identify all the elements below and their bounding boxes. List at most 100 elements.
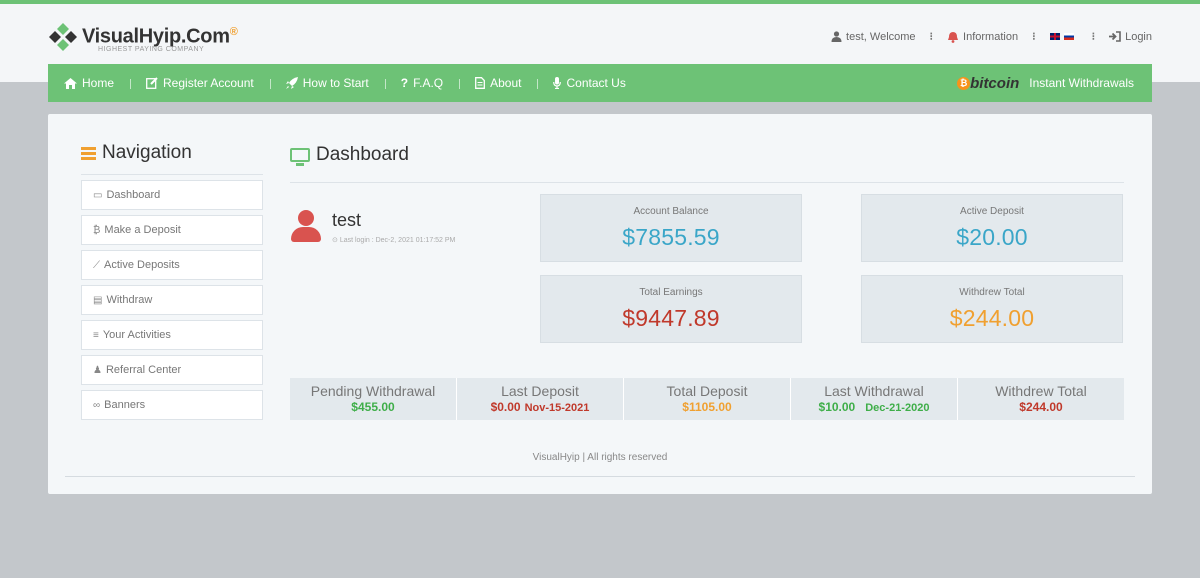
- logo-title: VisualHyip.Com: [82, 25, 230, 48]
- summary-last-withdrawal: Last Withdrawal $10.00 Dec-21-2020: [791, 378, 958, 420]
- summary-total-deposit: Total Deposit $1105.00: [624, 378, 791, 420]
- sidebar-item-label: Referral Center: [105, 364, 182, 376]
- page-title: Dashboard: [290, 144, 1124, 166]
- summary-value: $0.00: [490, 400, 521, 414]
- sidebar-item-referral-center[interactable]: ♟ Referral Center: [81, 355, 263, 385]
- nav-register-label: Register Account: [163, 76, 254, 90]
- summary-date: Nov-15-2021: [524, 402, 590, 414]
- sidebar-item-your-activities[interactable]: ≡ Your Activities: [81, 320, 263, 350]
- stat-label: Total Earnings: [639, 287, 703, 298]
- summary-last-deposit: Last Deposit $0.00 Nov-15-2021: [457, 378, 624, 420]
- summary-pending-withdrawal: Pending Withdrawal $455.00: [290, 378, 457, 420]
- nav-about-label: About: [490, 76, 522, 90]
- summary-bar: Pending Withdrawal $455.00 Last Deposit …: [290, 378, 1124, 420]
- stat-value: $244.00: [949, 305, 1035, 331]
- dashboard-main: Dashboard test ⊙ Last login : Dec-2, 202…: [290, 144, 1124, 420]
- summary-label: Pending Withdrawal: [310, 383, 436, 399]
- summary-date: Dec-21-2020: [865, 402, 930, 414]
- stat-label: Withdrew Total: [959, 287, 1025, 298]
- information-label: Information: [963, 30, 1019, 43]
- sliders-icon: ≡: [93, 329, 99, 341]
- rocket-icon: [285, 77, 298, 89]
- sidebar-item-label: Banners: [104, 399, 146, 411]
- divider: [81, 174, 263, 175]
- content-card: Navigation ▭ Dashboard ₿ Make a Deposit …: [48, 114, 1152, 494]
- login-label: Login: [1125, 30, 1152, 43]
- document-icon: [475, 77, 486, 89]
- sidebar-item-dashboard[interactable]: ▭ Dashboard: [81, 180, 263, 210]
- stat-label: Account Balance: [633, 206, 709, 217]
- microphone-icon: [553, 77, 562, 89]
- logo-badge: ®: [229, 26, 238, 38]
- logo-icon: [49, 23, 77, 51]
- nav-faq-label: F.A.Q: [413, 76, 444, 90]
- separator: ⁝: [1091, 31, 1096, 43]
- instant-withdrawals-label: Instant Withdrawals: [1029, 76, 1134, 90]
- line-chart-icon: ⟋: [93, 259, 100, 271]
- user-icon: [831, 31, 842, 42]
- stat-account-balance: Account Balance $7855.59: [540, 194, 802, 262]
- last-login-text: Last login : Dec-2, 2021 01:17:52 PM: [339, 237, 456, 244]
- main-nav: Home Register Account How to Start ? F.A…: [48, 64, 1152, 102]
- summary-label: Last Deposit: [501, 383, 579, 399]
- user-welcome-label: test, Welcome: [846, 30, 916, 43]
- nav-how-to-start-label: How to Start: [302, 76, 369, 90]
- summary-label: Withdrew Total: [995, 383, 1087, 399]
- bitcoin-banner: ₿ bitcoin Instant Withdrawals: [957, 75, 1134, 92]
- sidebar-title-label: Navigation: [102, 142, 192, 163]
- stat-value: $9447.89: [622, 305, 720, 331]
- uk-flag-icon[interactable]: [1049, 33, 1060, 40]
- stat-value: $7855.59: [622, 224, 720, 250]
- separator: ⁝: [929, 31, 934, 43]
- logo-subtitle: HIGHEST PAYING COMPANY: [98, 45, 205, 53]
- site-logo[interactable]: VisualHyip.Com® HIGHEST PAYING COMPANY: [48, 20, 238, 53]
- top-user-bar: test, Welcome ⁝ Information ⁝ ⁝ Login: [831, 30, 1152, 43]
- summary-label: Last Withdrawal: [824, 383, 924, 399]
- nav-how-to-start[interactable]: How to Start: [269, 76, 385, 90]
- summary-label: Total Deposit: [666, 383, 748, 399]
- credit-card-icon: ▤: [93, 294, 103, 306]
- sidebar-title: Navigation: [81, 142, 263, 164]
- sidebar-item-banners[interactable]: ∞ Banners: [81, 390, 263, 420]
- nav-contact-label: Contact Us: [566, 76, 626, 90]
- bell-icon: [948, 31, 959, 43]
- nav-faq[interactable]: ? F.A.Q: [384, 76, 459, 90]
- stat-value: $20.00: [956, 224, 1028, 250]
- bitcoin-icon: ₿: [957, 76, 971, 90]
- sidebar-item-label: Active Deposits: [104, 259, 180, 271]
- language-selector[interactable]: [1049, 33, 1078, 40]
- sidebar-item-active-deposits[interactable]: ⟋ Active Deposits: [81, 250, 263, 280]
- monitor-icon: ▭: [93, 189, 103, 201]
- link-icon: ∞: [93, 399, 101, 411]
- nav-contact[interactable]: Contact Us: [537, 76, 641, 90]
- nav-about[interactable]: About: [459, 76, 537, 90]
- stat-label: Active Deposit: [960, 206, 1024, 217]
- nav-home[interactable]: Home: [48, 76, 130, 90]
- summary-value: $244.00: [1019, 400, 1063, 414]
- divider: [290, 182, 1124, 183]
- sidebar: Navigation ▭ Dashboard ₿ Make a Deposit …: [81, 142, 263, 420]
- user-welcome[interactable]: test, Welcome: [831, 31, 916, 43]
- bitcoin-icon: ₿: [93, 224, 101, 236]
- sidebar-item-make-deposit[interactable]: ₿ Make a Deposit: [81, 215, 263, 245]
- nav-register[interactable]: Register Account: [130, 76, 270, 90]
- username: test: [332, 210, 362, 230]
- last-login: ⊙ Last login : Dec-2, 2021 01:17:52 PM: [332, 236, 482, 246]
- sidebar-item-withdraw[interactable]: ▤ Withdraw: [81, 285, 263, 315]
- monitor-icon: [290, 148, 310, 166]
- ru-flag-icon[interactable]: [1063, 33, 1074, 40]
- users-icon: ♟: [93, 364, 102, 376]
- summary-value: $455.00: [351, 400, 395, 414]
- separator: ⁝: [1032, 31, 1036, 43]
- information-link[interactable]: Information: [947, 31, 1018, 43]
- question-icon: ?: [400, 76, 409, 90]
- footer-copyright: VisualHyip | All rights reserved: [532, 452, 668, 463]
- stat-active-deposit: Active Deposit $20.00: [861, 194, 1123, 262]
- sidebar-item-label: Withdraw: [106, 294, 153, 306]
- edit-icon: [146, 77, 158, 89]
- summary-value: $10.00: [818, 400, 856, 414]
- avatar: [290, 210, 322, 246]
- login-link[interactable]: Login: [1109, 31, 1152, 43]
- sidebar-item-label: Your Activities: [102, 329, 171, 341]
- menu-icon: [81, 146, 96, 160]
